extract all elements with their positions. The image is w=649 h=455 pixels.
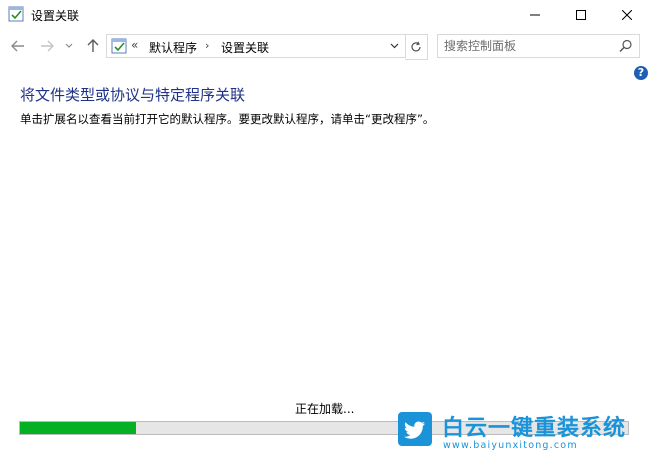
- page-description: 单击扩展名以查看当前打开它的默认程序。要更改默认程序，请单击“更改程序”。: [20, 112, 435, 126]
- minimize-icon: [530, 14, 540, 15]
- chevron-down-icon: [390, 43, 398, 49]
- close-button[interactable]: [604, 0, 649, 29]
- watermark: 白云一键重装系统 www.baiyunxitong.com: [398, 410, 648, 454]
- navigation-bar: « 默认程序 › 设置关联: [0, 30, 649, 62]
- breadcrumb-set-associations[interactable]: 设置关联: [221, 39, 269, 56]
- maximize-icon: [576, 9, 586, 20]
- breadcrumb-separator-icon[interactable]: ›: [205, 39, 209, 52]
- refresh-button[interactable]: [405, 34, 428, 60]
- loading-text: 正在加载...: [295, 402, 355, 416]
- maximize-button[interactable]: [558, 0, 604, 29]
- watermark-title: 白云一键重装系统: [442, 416, 627, 441]
- overflow-chevrons-icon[interactable]: «: [131, 38, 138, 52]
- forward-arrow-icon: [41, 40, 54, 52]
- window-title: 设置关联: [31, 9, 80, 23]
- page-title: 将文件类型或协议与特定程序关联: [20, 86, 246, 104]
- breadcrumb-default-programs[interactable]: 默认程序: [149, 39, 197, 56]
- watermark-url: www.baiyunxitong.com: [443, 440, 578, 451]
- help-button[interactable]: ?: [634, 66, 648, 80]
- minimize-button[interactable]: [512, 0, 558, 29]
- address-dropdown-button[interactable]: [388, 40, 400, 52]
- search-box[interactable]: [437, 34, 640, 58]
- address-bar[interactable]: « 默认程序 › 设置关联: [106, 34, 406, 58]
- title-bar: 设置关联: [0, 0, 649, 30]
- up-arrow-icon: [87, 39, 99, 52]
- up-button[interactable]: [84, 37, 102, 55]
- control-panel-icon: [8, 6, 24, 22]
- close-icon: [622, 9, 632, 20]
- progress-fill: [20, 422, 136, 434]
- back-arrow-icon: [11, 40, 24, 52]
- back-button[interactable]: [9, 37, 27, 55]
- control-panel-icon: [111, 38, 127, 54]
- recent-locations-button[interactable]: [63, 37, 75, 55]
- forward-button[interactable]: [38, 37, 56, 55]
- refresh-icon: [411, 41, 421, 52]
- search-icon[interactable]: [619, 39, 633, 53]
- chevron-down-icon: [65, 43, 73, 48]
- search-input[interactable]: [444, 37, 614, 55]
- twitter-bird-logo-icon: [398, 412, 432, 446]
